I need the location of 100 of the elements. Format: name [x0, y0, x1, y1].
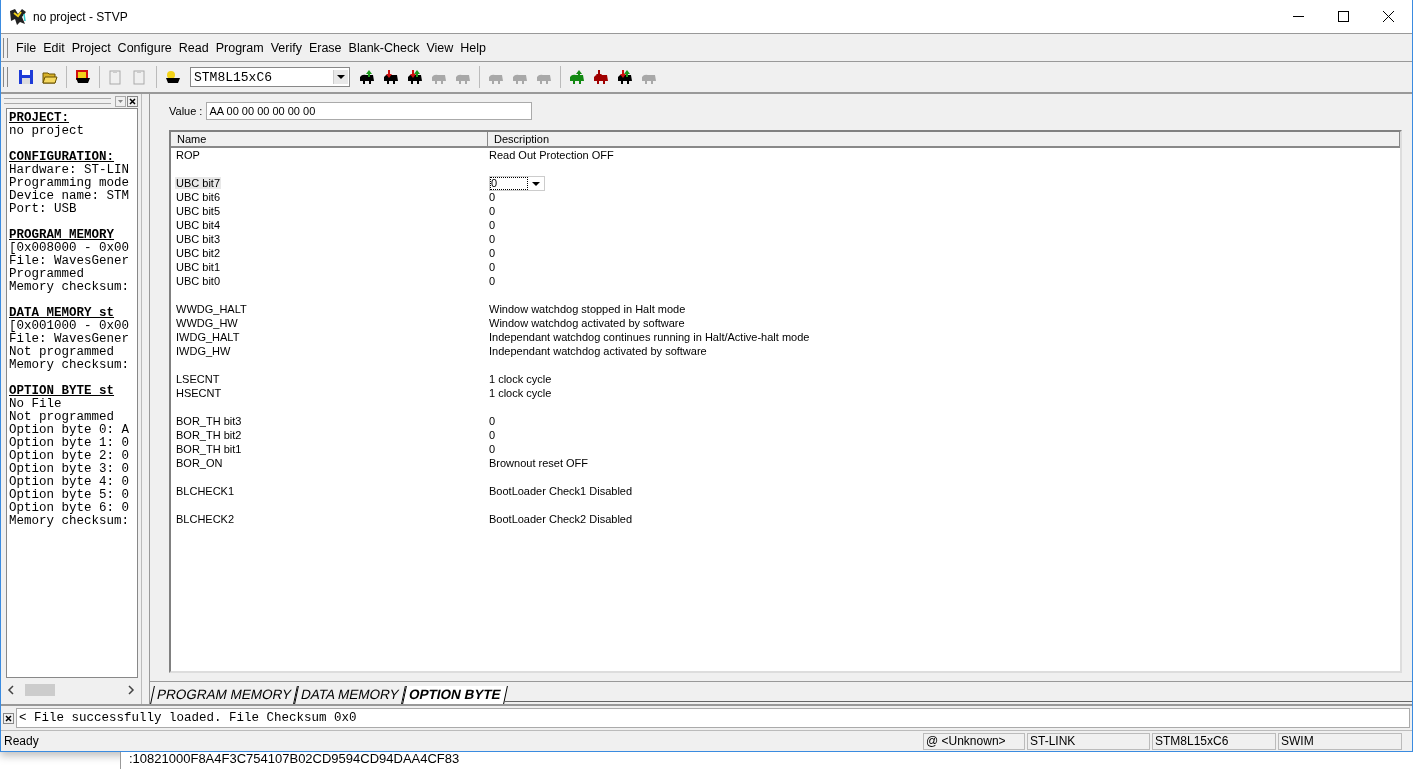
- table-cell: Window watchdog stopped in Halt mode: [489, 303, 686, 315]
- chip-down-arrow-icon[interactable]: [592, 69, 610, 85]
- chip-arrows-icon[interactable]: [616, 69, 634, 85]
- info-line: [0x008000 - 0x00: [9, 242, 131, 255]
- open-folder-icon[interactable]: [42, 69, 58, 85]
- tab[interactable]: OPTION BYTE: [401, 686, 507, 704]
- menu-item[interactable]: File: [13, 40, 41, 55]
- table-cell[interactable]: HSECNT: [175, 387, 223, 399]
- table-cell[interactable]: LSECNT: [175, 373, 221, 385]
- table-cell: 0: [489, 261, 496, 273]
- value-field[interactable]: AA 00 00 00 00 00 00: [206, 102, 533, 120]
- log-message: < File successfully loaded. File Checksum 0x0: [19, 711, 357, 725]
- table-cell: Brownout reset OFF: [489, 457, 589, 469]
- menu-item[interactable]: Project: [68, 40, 115, 55]
- info-line: Option byte 1: 0: [9, 437, 131, 450]
- tab[interactable]: DATA MEMORY: [294, 686, 406, 704]
- section-heading: PROGRAM MEMORY: [9, 229, 116, 242]
- table-cell: Window watchdog activated by software: [489, 317, 685, 329]
- info-line: [0x001000 - 0x00: [9, 320, 131, 333]
- chip-icon[interactable]: [164, 69, 182, 85]
- menu-item[interactable]: Edit: [40, 40, 69, 55]
- window-title: no project - STVP: [33, 9, 128, 24]
- info-line: Option byte 6: 0: [9, 502, 131, 515]
- table-cell[interactable]: IWDG_HALT: [175, 331, 241, 343]
- chip-down-arrow-icon[interactable]: [382, 69, 400, 85]
- maximize-icon[interactable]: [1338, 11, 1349, 22]
- info-line: Memory checksum:: [9, 515, 131, 528]
- menu-item[interactable]: Blank-Check: [345, 40, 424, 55]
- table-cell: Read Out Protection OFF: [489, 149, 614, 161]
- table-cell[interactable]: WWDG_HW: [175, 317, 239, 329]
- info-line: Option byte 3: 0: [9, 463, 131, 476]
- table-cell: Independant watchdog activated by software: [489, 345, 707, 357]
- close-icon[interactable]: [3, 712, 14, 724]
- info-line: Not programmed: [9, 411, 116, 424]
- device-dropdown[interactable]: STM8L15xC6: [190, 67, 350, 87]
- table-cell[interactable]: BOR_TH bit3: [175, 415, 243, 427]
- table-cell[interactable]: UBC bit3: [175, 233, 222, 245]
- table-cell[interactable]: UBC bit1: [175, 261, 222, 273]
- table-cell[interactable]: UBC bit7: [175, 177, 222, 189]
- table-cell: 0: [489, 219, 496, 231]
- section-heading: DATA MEMORY st: [9, 307, 116, 320]
- table-cell[interactable]: UBC bit0: [175, 275, 222, 287]
- table-cell: Independant watchdog continues running in Halt/Active-halt mode: [489, 331, 810, 343]
- table-cell[interactable]: IWDG_HW: [175, 345, 232, 357]
- menu-item[interactable]: Verify: [267, 40, 306, 55]
- status-pane: SWIM: [1278, 732, 1402, 750]
- table-cell[interactable]: WWDG_HALT: [175, 303, 248, 315]
- table-cell[interactable]: BOR_TH bit1: [175, 443, 243, 455]
- table-cell[interactable]: BOR_TH bit2: [175, 429, 243, 441]
- info-line: Hardware: ST-LIN: [9, 164, 131, 177]
- value-dropdown[interactable]: 0: [489, 176, 545, 191]
- tab[interactable]: PROGRAM MEMORY: [150, 686, 298, 704]
- info-line: Port: USB: [9, 203, 78, 216]
- menu-item[interactable]: Configure: [114, 40, 176, 55]
- value-label: Value :: [169, 105, 203, 117]
- info-line: Programming mode: [9, 177, 131, 190]
- menu-item[interactable]: Program: [212, 40, 268, 55]
- close-icon[interactable]: [1383, 11, 1394, 22]
- info-line: Not programmed: [9, 346, 115, 359]
- info-line: Option byte 2: 0: [9, 450, 131, 463]
- table-cell: BootLoader Check1 Disabled: [489, 485, 633, 497]
- menu-item[interactable]: View: [423, 40, 458, 55]
- info-line: Device name: STM: [9, 190, 131, 203]
- scrollbar-thumb[interactable]: [25, 684, 55, 696]
- menu-item[interactable]: Read: [175, 40, 213, 55]
- table-cell[interactable]: BLCHECK1: [175, 485, 236, 497]
- info-line: Memory checksum:: [9, 359, 131, 372]
- info-line: Option byte 0: A: [9, 424, 131, 437]
- table-cell[interactable]: UBC bit2: [175, 247, 222, 259]
- table-cell[interactable]: BLCHECK2: [175, 513, 236, 525]
- status-pane: STM8L15xC6: [1152, 732, 1276, 750]
- table-cell: 0: [489, 205, 496, 217]
- status-pane: ST-LINK: [1027, 732, 1150, 750]
- column-header[interactable]: Name: [171, 132, 488, 146]
- table-cell[interactable]: UBC bit5: [175, 205, 222, 217]
- table-cell[interactable]: BOR_ON: [175, 457, 224, 469]
- table-cell[interactable]: ROP: [175, 149, 201, 161]
- section-heading: PROJECT:: [9, 112, 70, 125]
- scroll-left-icon[interactable]: [7, 685, 15, 695]
- chip-icon[interactable]: [74, 69, 92, 85]
- table-cell: 0: [489, 429, 496, 441]
- menu-item[interactable]: Help: [457, 40, 491, 55]
- info-line: File: WavesGener: [9, 333, 131, 346]
- chip-arrows-icon[interactable]: [406, 69, 424, 85]
- close-icon[interactable]: [127, 95, 138, 107]
- info-line: Option byte 4: 0: [9, 476, 131, 489]
- table-cell: 0: [489, 191, 496, 203]
- menu-item[interactable]: Erase: [305, 40, 346, 55]
- table-cell[interactable]: UBC bit4: [175, 219, 222, 231]
- section-heading: OPTION BYTE st: [9, 385, 116, 398]
- section-heading: CONFIGURATION:: [9, 151, 116, 164]
- table-cell[interactable]: UBC bit6: [175, 191, 222, 203]
- info-line: No File: [9, 398, 63, 411]
- info-line: Memory checksum:: [9, 281, 131, 294]
- table-cell: 1 clock cycle: [489, 387, 552, 399]
- column-header[interactable]: Description: [488, 132, 1400, 146]
- hex-line: :10821000F8A4F3C754107B02CD9594CD94DAA4CF83: [129, 754, 460, 763]
- chip-up-arrow-icon[interactable]: [358, 69, 376, 85]
- scroll-right-icon[interactable]: [127, 685, 135, 695]
- table-cell: 0: [489, 275, 496, 287]
